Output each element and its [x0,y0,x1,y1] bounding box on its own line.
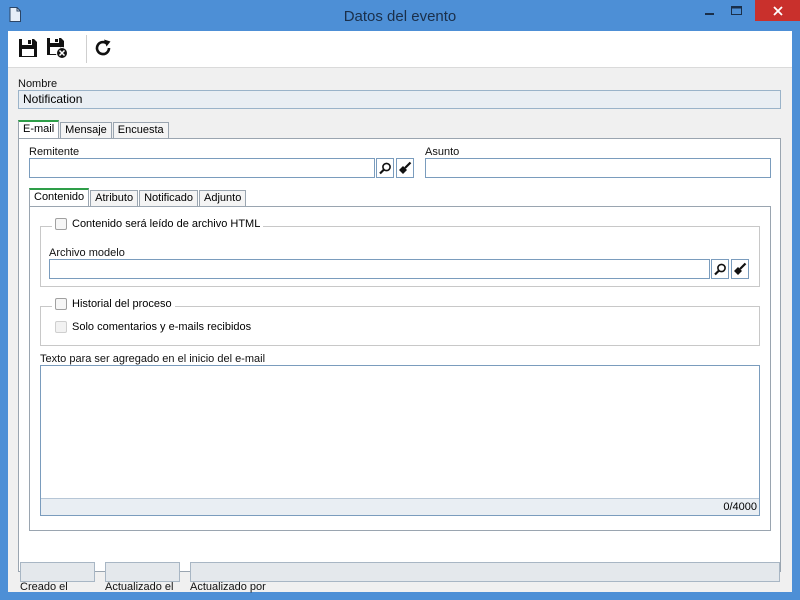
actualizado-por-field[interactable] [190,562,780,582]
tab-contenido[interactable]: Contenido [29,188,90,207]
character-counter: 0/4000 [41,498,759,515]
contenido-panel: Contenido será leído de archivo HTML Arc… [29,206,771,531]
actualizado-label: Actualizado el [105,581,174,593]
tab-notificado[interactable]: Notificado [139,190,198,207]
window-title: Datos del evento [343,8,457,25]
toolbar [8,31,792,68]
eraser-icon [734,262,747,275]
maximize-button[interactable] [723,0,749,22]
creado-label: Creado el [20,581,68,593]
client-area: Nombre Notification E-mail Mensaje Encue… [8,31,792,593]
html-checkbox-label: Contenido será leído de archivo HTML [72,218,261,230]
close-icon [772,5,783,16]
refresh-button[interactable] [91,36,115,60]
tab-atributo[interactable]: Atributo [90,190,139,207]
save-icon [19,39,37,57]
remitente-label: Remitente [29,146,80,158]
minimize-button[interactable] [697,0,723,22]
save-button[interactable] [16,36,40,60]
eraser-icon [399,161,412,174]
asunto-field[interactable] [425,158,771,178]
texto-label: Texto para ser agregado en el inicio del… [40,353,266,365]
actualizado-por-label: Actualizado por [190,581,266,593]
html-file-checkbox[interactable] [55,218,67,230]
search-icon [378,162,391,174]
archivo-clear-button[interactable] [731,259,749,279]
close-button[interactable] [755,0,800,21]
archivo-search-button[interactable] [711,259,729,279]
maximize-icon [730,6,742,15]
html-checkbox-legend: Contenido será leído de archivo HTML [52,218,264,230]
refresh-icon [95,39,111,56]
search-icon [713,263,726,275]
save-close-icon [47,38,68,59]
inner-tabs: Contenido Atributo Notificado Adjunto [29,188,247,207]
nombre-label: Nombre [18,78,58,90]
nombre-field[interactable]: Notification [18,90,781,109]
tab-encuesta[interactable]: Encuesta [112,122,169,139]
remitente-search-button[interactable] [376,158,394,178]
minimize-icon [705,13,714,15]
tab-mensaje[interactable]: Mensaje [60,122,112,139]
solo-comentarios-label: Solo comentarios y e-mails recibidos [72,321,252,333]
texto-content [41,366,759,372]
creado-field[interactable] [20,562,95,582]
form-content: Nombre Notification E-mail Mensaje Encue… [8,68,792,593]
texto-textarea[interactable]: 0/4000 [40,365,760,516]
event-data-window: Datos del evento Nombre Notification E-m… [0,0,800,600]
historial-checkbox-label: Historial del proceso [72,298,172,310]
save-and-close-button[interactable] [45,36,69,60]
title-bar: Datos del evento [0,0,800,31]
historial-checkbox[interactable] [55,298,67,310]
solo-comentarios-checkbox[interactable] [55,321,67,333]
remitente-clear-button[interactable] [396,158,414,178]
archivo-modelo-field[interactable] [49,259,710,279]
asunto-label: Asunto [425,146,460,158]
tab-adjunto[interactable]: Adjunto [199,190,247,207]
remitente-field[interactable] [29,158,375,178]
actualizado-field[interactable] [105,562,180,582]
outer-tabs: E-mail Mensaje Encuesta [18,120,170,139]
tab-email[interactable]: E-mail [18,120,60,139]
toolbar-separator [86,35,87,63]
archivo-modelo-label: Archivo modelo [49,247,125,259]
email-panel: Remitente Asunto Contenido Atributo Noti… [18,138,781,572]
solo-comentarios-row: Solo comentarios y e-mails recibidos [52,321,255,333]
historial-checkbox-legend: Historial del proceso [52,298,175,310]
